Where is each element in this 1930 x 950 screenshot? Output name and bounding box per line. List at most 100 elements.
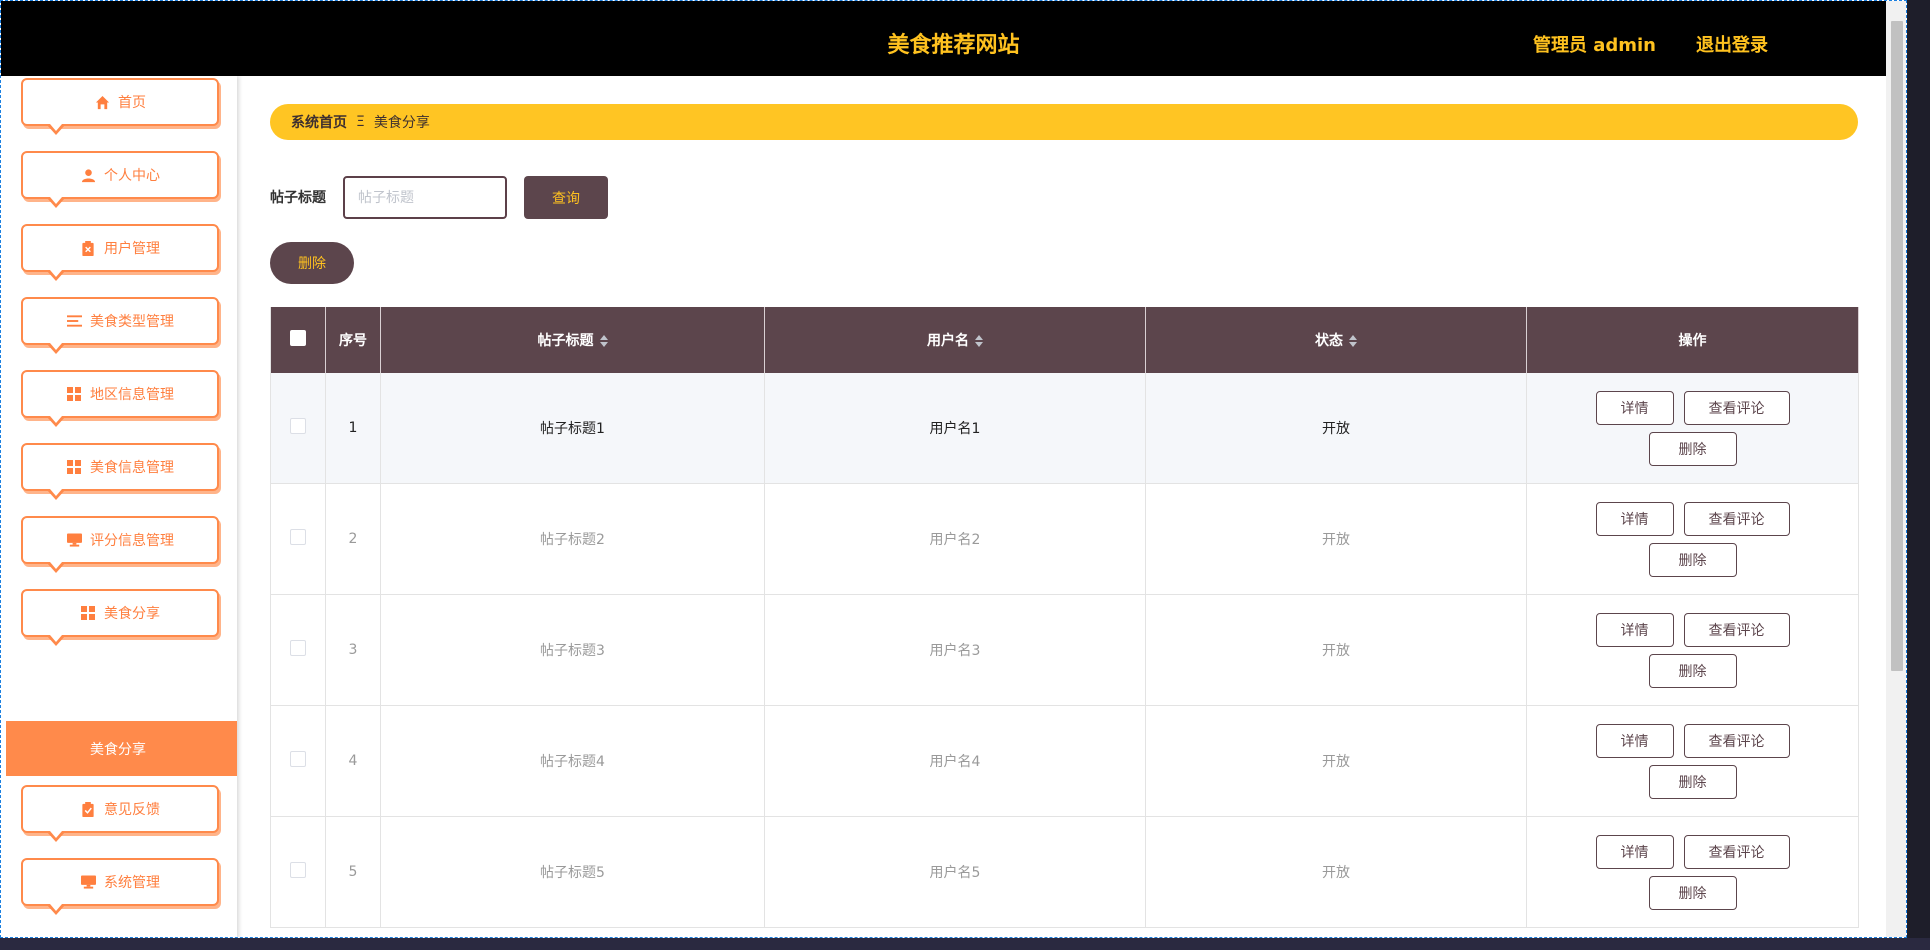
row-checkbox[interactable] [290, 418, 306, 434]
sidebar-item-user-management[interactable]: 用户管理 [21, 224, 219, 281]
row-delete-button[interactable]: 删除 [1648, 542, 1737, 577]
cell-status: 开放 [1145, 483, 1527, 595]
sidebar-item-rating-management[interactable]: 评分信息管理 [21, 516, 219, 573]
vertical-scrollbar[interactable] [1886, 1, 1906, 937]
cell-username: 用户名2 [764, 483, 1146, 595]
bulk-delete-button[interactable]: 删除 [270, 242, 354, 284]
grid-icon [80, 605, 96, 621]
sidebar-item-label: 美食分享 [104, 606, 160, 622]
breadcrumb: 系统首页 Ξ 美食分享 [270, 104, 1858, 140]
app-window: 美食推荐网站 管理员 admin 退出登录 首页 个人中心 用户管理 美食类型管… [0, 0, 1907, 938]
detail-button[interactable]: 详情 [1595, 723, 1674, 758]
clipboard-check-icon [80, 801, 96, 817]
sort-icon[interactable] [599, 334, 608, 348]
sidebar-item-label: 首页 [118, 95, 146, 111]
view-comments-button[interactable]: 查看评论 [1683, 723, 1790, 758]
sidebar-item-food-type-management[interactable]: 美食类型管理 [21, 297, 219, 354]
cell-title: 帖子标题2 [380, 483, 765, 595]
detail-button[interactable]: 详情 [1595, 501, 1674, 536]
sort-icon[interactable] [975, 334, 983, 348]
sidebar-item-region-management[interactable]: 地区信息管理 [21, 370, 219, 427]
cell-status: 开放 [1145, 816, 1527, 928]
cell-index: 1 [325, 373, 381, 484]
sidebar-item-food-sharing[interactable]: 美食分享 [21, 589, 219, 646]
monitor-icon [80, 874, 96, 890]
table-row: 2 帖子标题2 用户名2 开放 详情 查看评论 删除 [270, 483, 1859, 595]
main-content: 系统首页 Ξ 美食分享 帖子标题 查询 删除 序号 帖子标题 用户名 状态 操作 [237, 76, 1906, 937]
taskbar [0, 938, 1930, 950]
cell-index: 2 [325, 483, 381, 595]
row-delete-button[interactable]: 删除 [1648, 653, 1737, 688]
breadcrumb-current: 美食分享 [373, 115, 430, 131]
user-icon [80, 167, 96, 183]
select-all-checkbox[interactable] [290, 330, 306, 346]
sidebar-item-label: 美食信息管理 [90, 460, 174, 476]
admin-label: 管理员 admin [1532, 35, 1656, 56]
col-title-label: 帖子标题 [537, 333, 594, 349]
home-icon [94, 94, 110, 110]
table-row: 1 帖子标题1 用户名1 开放 详情 查看评论 删除 [270, 373, 1859, 484]
sidebar-item-label: 意见反馈 [104, 802, 160, 818]
clipboard-x-icon [80, 240, 96, 256]
sidebar-item-label: 地区信息管理 [90, 387, 174, 403]
cell-index: 5 [325, 816, 381, 928]
sidebar-item-label: 用户管理 [104, 241, 160, 257]
cell-username: 用户名3 [764, 594, 1146, 706]
cell-title: 帖子标题5 [380, 816, 765, 928]
detail-button[interactable]: 详情 [1595, 834, 1674, 869]
view-comments-button[interactable]: 查看评论 [1683, 834, 1790, 869]
search-label: 帖子标题 [270, 190, 326, 206]
sidebar-item-label: 个人中心 [104, 168, 160, 184]
col-title[interactable]: 帖子标题 [380, 307, 765, 373]
row-delete-button[interactable]: 删除 [1648, 875, 1737, 910]
cell-index: 3 [325, 594, 381, 706]
table-header-row: 序号 帖子标题 用户名 状态 操作 [270, 307, 1859, 373]
breadcrumb-home[interactable]: 系统首页 [291, 112, 347, 132]
sidebar-item-label: 美食类型管理 [90, 314, 174, 330]
scrollbar-thumb[interactable] [1891, 21, 1903, 671]
cell-status: 开放 [1145, 594, 1527, 706]
cell-title: 帖子标题1 [380, 373, 765, 484]
row-checkbox[interactable] [290, 529, 306, 545]
sidebar-item-food-info-management[interactable]: 美食信息管理 [21, 443, 219, 500]
query-button[interactable]: 查询 [524, 176, 608, 219]
cell-username: 用户名5 [764, 816, 1146, 928]
row-delete-button[interactable]: 删除 [1648, 764, 1737, 799]
breadcrumb-separator: Ξ [356, 114, 365, 130]
sort-icon[interactable] [1349, 334, 1357, 348]
sidebar-item-home[interactable]: 首页 [21, 78, 219, 135]
col-status-label: 状态 [1315, 333, 1343, 349]
sidebar-item-personal-center[interactable]: 个人中心 [21, 151, 219, 208]
cell-title: 帖子标题3 [380, 594, 765, 706]
col-index: 序号 [325, 307, 381, 373]
cell-status: 开放 [1145, 373, 1527, 484]
search-input[interactable] [343, 176, 507, 219]
posts-table: 序号 帖子标题 用户名 状态 操作 1 帖子标题1 用户名1 开放 详情 查看评… [270, 307, 1859, 928]
col-username[interactable]: 用户名 [764, 307, 1146, 373]
monitor-icon [66, 532, 82, 548]
sidebar-subitem-food-sharing[interactable]: 美食分享 [6, 721, 237, 776]
sidebar: 首页 个人中心 用户管理 美食类型管理 地区信息管理 美食信息管理 评分信息管理… [1, 76, 237, 937]
logout-link[interactable]: 退出登录 [1696, 31, 1768, 57]
sidebar-item-label: 评分信息管理 [90, 533, 174, 549]
row-checkbox[interactable] [290, 751, 306, 767]
select-all-cell [270, 307, 326, 373]
table-row: 3 帖子标题3 用户名3 开放 详情 查看评论 删除 [270, 594, 1859, 706]
view-comments-button[interactable]: 查看评论 [1683, 501, 1790, 536]
row-checkbox[interactable] [290, 640, 306, 656]
cell-username: 用户名1 [764, 373, 1146, 484]
detail-button[interactable]: 详情 [1595, 390, 1674, 425]
sidebar-item-label: 系统管理 [104, 875, 160, 891]
sidebar-item-feedback[interactable]: 意见反馈 [21, 785, 219, 842]
col-actions: 操作 [1526, 307, 1859, 373]
detail-button[interactable]: 详情 [1595, 612, 1674, 647]
view-comments-button[interactable]: 查看评论 [1683, 390, 1790, 425]
sidebar-item-system-management[interactable]: 系统管理 [21, 858, 219, 915]
col-status[interactable]: 状态 [1145, 307, 1527, 373]
row-checkbox[interactable] [290, 862, 306, 878]
table-row: 5 帖子标题5 用户名5 开放 详情 查看评论 删除 [270, 816, 1859, 928]
row-delete-button[interactable]: 删除 [1648, 431, 1737, 466]
view-comments-button[interactable]: 查看评论 [1683, 612, 1790, 647]
cell-index: 4 [325, 705, 381, 817]
grid-icon [66, 386, 82, 402]
